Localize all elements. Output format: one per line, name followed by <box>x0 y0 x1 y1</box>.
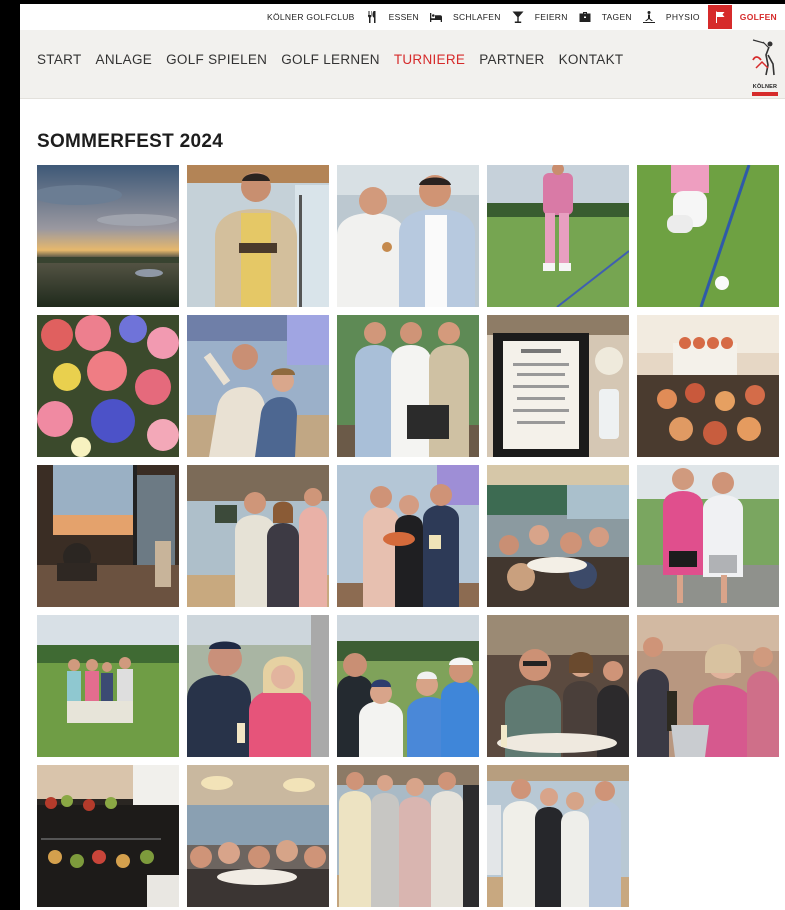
utility-item-feiern[interactable]: FEIERN <box>509 4 576 30</box>
cocktail-icon <box>509 8 527 26</box>
bed-icon <box>427 8 445 26</box>
dinner-table-photo[interactable] <box>487 615 629 757</box>
page-title: SOMMERFEST 2024 <box>37 131 224 152</box>
golfer-pink-outfit-photo[interactable] <box>487 165 629 307</box>
nav-item-golf-spielen[interactable]: GOLF SPIELEN <box>166 52 267 67</box>
restaurant-guests-photo[interactable] <box>187 765 329 907</box>
utility-item-koelner-golfclub[interactable]: KÖLNER GOLFCLUB <box>259 4 363 30</box>
nav-item-kontakt[interactable]: KONTAKT <box>559 52 624 67</box>
utility-label: GOLFEN <box>739 12 777 22</box>
sunset-over-course-photo[interactable] <box>37 165 179 307</box>
award-group-photo[interactable] <box>487 765 629 907</box>
utility-label: PHYSIO <box>665 12 700 22</box>
flower-bouquet-photo[interactable] <box>37 315 179 457</box>
women-champagne-photo[interactable] <box>637 615 779 757</box>
logo-text: KÖLNER <box>752 84 778 90</box>
logo-bar <box>752 92 778 96</box>
menu-card-photo[interactable] <box>487 315 629 457</box>
utility-item-golfen[interactable]: GOLFEN <box>707 4 785 30</box>
utility-item-physio[interactable]: PHYSIO <box>640 4 708 30</box>
prize-ceremony-photo[interactable] <box>337 465 479 607</box>
couple-with-drinks-photo[interactable] <box>187 615 329 757</box>
nav-list: START ANLAGE GOLF SPIELEN GOLF LERNEN TU… <box>37 52 637 67</box>
cutlery-icon <box>363 8 381 26</box>
nav-item-start[interactable]: START <box>37 52 82 67</box>
briefcase-icon <box>576 8 594 26</box>
flag-icon <box>707 5 732 29</box>
golf-shoe-ball-photo[interactable] <box>637 165 779 307</box>
utility-item-essen[interactable]: ESSEN <box>363 4 427 30</box>
nav-item-anlage[interactable]: ANLAGE <box>96 52 153 67</box>
dessert-table-photo[interactable] <box>637 315 779 457</box>
physio-icon <box>640 8 658 26</box>
utility-label: TAGEN <box>601 12 632 22</box>
nav-item-partner[interactable]: PARTNER <box>479 52 544 67</box>
golfer-logo-icon <box>752 39 775 76</box>
nav-item-turniere[interactable]: TURNIERE <box>394 52 465 67</box>
club-logo[interactable]: KÖLNER <box>748 38 782 96</box>
utility-item-tagen[interactable]: TAGEN <box>576 4 640 30</box>
utility-label: KÖLNER GOLFCLUB <box>267 12 355 22</box>
group-toast-photo[interactable] <box>337 615 479 757</box>
man-with-award-photo[interactable] <box>187 165 329 307</box>
utility-label: SCHLAFEN <box>452 12 501 22</box>
utility-item-schlafen[interactable]: SCHLAFEN <box>427 4 509 30</box>
two-women-course-photo[interactable] <box>637 465 779 607</box>
utility-label: ESSEN <box>388 12 419 22</box>
clubhouse-terrace-photo[interactable] <box>37 465 179 607</box>
page: KÖLNER GOLFCLUB ESSEN SCHLAFEN FEIERN TA… <box>20 4 785 910</box>
dancing-couple-photo[interactable] <box>187 315 329 457</box>
main-navigation: START ANLAGE GOLF SPIELEN GOLF LERNEN TU… <box>20 30 785 99</box>
utility-bar: KÖLNER GOLFCLUB ESSEN SCHLAFEN FEIERN TA… <box>20 4 785 30</box>
group-on-fairway-photo[interactable] <box>37 615 179 757</box>
two-men-toasting-photo[interactable] <box>337 165 479 307</box>
utility-label: FEIERN <box>534 12 568 22</box>
nav-item-golf-lernen[interactable]: GOLF LERNEN <box>281 52 380 67</box>
people-greeting-photo[interactable] <box>187 465 329 607</box>
food-platter-photo[interactable] <box>37 765 179 907</box>
winners-lineup-photo[interactable] <box>337 765 479 907</box>
dining-hall-photo[interactable] <box>487 465 629 607</box>
group-three-men-photo[interactable] <box>337 315 479 457</box>
photo-gallery <box>37 165 782 910</box>
